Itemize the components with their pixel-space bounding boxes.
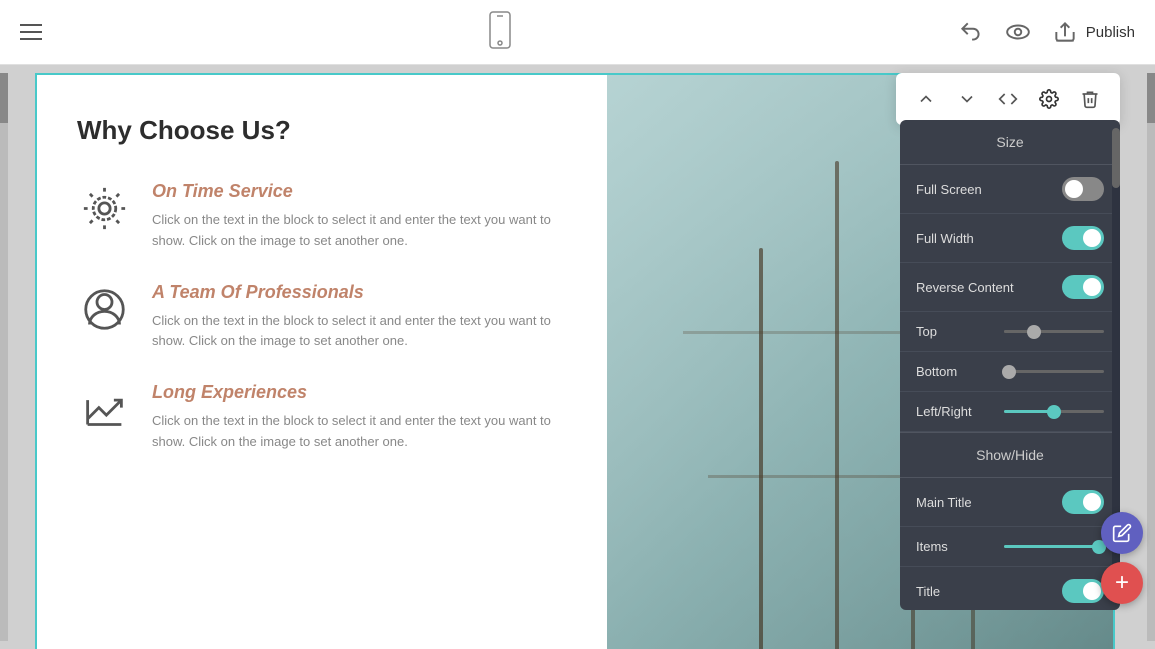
toolbar	[896, 73, 1120, 125]
bottom-label: Bottom	[916, 364, 957, 379]
hamburger-icon[interactable]	[20, 24, 42, 40]
full-screen-label: Full Screen	[916, 182, 982, 197]
top-slider-thumb[interactable]	[1027, 325, 1041, 339]
size-section-title: Size	[900, 120, 1120, 165]
full-width-toggle[interactable]	[1062, 226, 1104, 250]
main-title-toggle-knob	[1083, 493, 1101, 511]
settings-scroll[interactable]: Size Full Screen Full Width Reverse Cont…	[900, 120, 1120, 610]
left-scrollbar-thumb[interactable]	[0, 73, 8, 123]
bottom-slider[interactable]	[1004, 370, 1104, 373]
left-panel: Why Choose Us? On Time Service Click on …	[37, 75, 607, 649]
header-left	[20, 24, 42, 40]
top-label: Top	[916, 324, 937, 339]
person-icon	[77, 282, 132, 337]
settings-panel: Size Full Screen Full Width Reverse Cont…	[900, 120, 1120, 610]
feature-desc-2: Click on the text in the block to select…	[152, 311, 567, 353]
left-right-slider[interactable]	[1004, 410, 1104, 413]
items-slider-track	[1004, 545, 1104, 548]
bottom-row: Bottom	[900, 352, 1120, 392]
full-screen-toggle-knob	[1065, 180, 1083, 198]
feature-content-2: A Team Of Professionals Click on the tex…	[152, 282, 567, 353]
feature-title-3: Long Experiences	[152, 382, 567, 403]
undo-icon[interactable]	[958, 19, 984, 45]
feature-item-1: On Time Service Click on the text in the…	[77, 181, 567, 252]
reverse-content-row: Reverse Content	[900, 263, 1120, 312]
reverse-content-toggle-knob	[1083, 278, 1101, 296]
left-scrollbar[interactable]	[0, 73, 8, 641]
fab-add-button[interactable]: +	[1101, 562, 1143, 604]
left-right-row: Left/Right	[900, 392, 1120, 432]
left-right-slider-thumb[interactable]	[1047, 405, 1061, 419]
phone-icon[interactable]	[485, 10, 515, 55]
title-toggle[interactable]	[1062, 579, 1104, 603]
gear-icon	[77, 181, 132, 236]
left-right-slider-track	[1004, 410, 1104, 413]
chart-icon	[77, 382, 132, 437]
feature-content-1: On Time Service Click on the text in the…	[152, 181, 567, 252]
panel-scrollbar-thumb[interactable]	[1112, 128, 1120, 188]
right-scrollbar-thumb[interactable]	[1147, 73, 1155, 123]
show-hide-section-title: Show/Hide	[900, 432, 1120, 478]
full-width-label: Full Width	[916, 231, 974, 246]
top-row: Top	[900, 312, 1120, 352]
preview-icon[interactable]	[1004, 19, 1032, 45]
right-scrollbar[interactable]	[1147, 73, 1155, 641]
feature-title-1: On Time Service	[152, 181, 567, 202]
reverse-content-toggle[interactable]	[1062, 275, 1104, 299]
move-up-button[interactable]	[908, 81, 944, 117]
delete-button[interactable]	[1072, 81, 1108, 117]
full-screen-row: Full Screen	[900, 165, 1120, 214]
full-width-toggle-knob	[1083, 229, 1101, 247]
feature-item-2: A Team Of Professionals Click on the tex…	[77, 282, 567, 353]
feature-desc-1: Click on the text in the block to select…	[152, 210, 567, 252]
top-slider-track	[1004, 330, 1104, 333]
main-title-row: Main Title	[900, 478, 1120, 527]
bottom-slider-thumb[interactable]	[1002, 365, 1016, 379]
header-right: Publish	[958, 19, 1135, 45]
reverse-content-label: Reverse Content	[916, 280, 1014, 295]
fab-edit-button[interactable]	[1101, 512, 1143, 554]
full-width-row: Full Width	[900, 214, 1120, 263]
move-down-button[interactable]	[949, 81, 985, 117]
full-screen-toggle[interactable]	[1062, 177, 1104, 201]
items-row: Items	[900, 527, 1120, 567]
items-slider[interactable]	[1004, 545, 1104, 548]
feature-item-3: Long Experiences Click on the text in th…	[77, 382, 567, 453]
top-slider[interactable]	[1004, 330, 1104, 333]
publish-button[interactable]: Publish	[1052, 19, 1135, 45]
feature-title-2: A Team Of Professionals	[152, 282, 567, 303]
section-title: Why Choose Us?	[77, 115, 567, 146]
left-right-label: Left/Right	[916, 404, 972, 419]
title-row: Title	[900, 567, 1120, 610]
main-title-toggle[interactable]	[1062, 490, 1104, 514]
canvas-area: Why Choose Us? On Time Service Click on …	[0, 65, 1155, 649]
bottom-slider-track	[1004, 370, 1104, 373]
code-button[interactable]	[990, 81, 1026, 117]
main-title-label: Main Title	[916, 495, 972, 510]
title-toggle-knob	[1083, 582, 1101, 600]
feature-desc-3: Click on the text in the block to select…	[152, 411, 567, 453]
items-slider-fill	[1004, 545, 1099, 548]
items-label: Items	[916, 539, 948, 554]
header-center	[485, 10, 515, 55]
title-label: Title	[916, 584, 940, 599]
settings-button[interactable]	[1031, 81, 1067, 117]
header-bar: Publish	[0, 0, 1155, 65]
feature-content-3: Long Experiences Click on the text in th…	[152, 382, 567, 453]
publish-label: Publish	[1086, 24, 1135, 41]
